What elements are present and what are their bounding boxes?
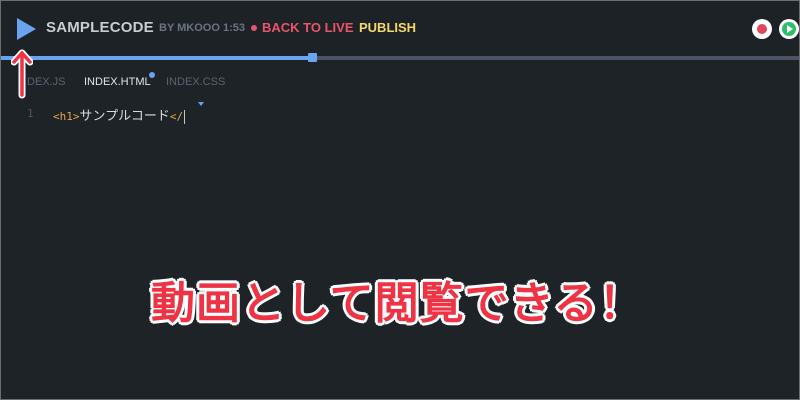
code-text: サンプルコード — [79, 108, 170, 123]
red-up-arrow-icon — [11, 49, 33, 99]
play-icon[interactable] — [14, 16, 38, 42]
line-number: 1 — [27, 107, 34, 120]
live-dot-icon — [251, 24, 257, 31]
code-editor[interactable]: 1 <h1>サンプルコード</ — [1, 100, 799, 399]
back-to-live-label: BACK TO LIVE — [262, 20, 354, 35]
player-header: SAMPLECODE BY MKOOO 1:53 BACK TO LIVE PU… — [1, 1, 799, 56]
remote-cursor-marker-icon — [198, 102, 204, 106]
author-duration: BY MKOOO 1:53 — [159, 22, 245, 34]
publish-button[interactable]: PUBLISH — [359, 20, 416, 35]
app-window: SAMPLECODE BY MKOOO 1:53 BACK TO LIVE PU… — [0, 0, 800, 400]
code-line[interactable]: <h1>サンプルコード</ — [53, 105, 186, 124]
modified-dot-icon — [149, 72, 155, 78]
project-title: SAMPLECODE — [46, 19, 154, 36]
open-tag: <h1> — [53, 110, 80, 123]
text-cursor — [184, 109, 186, 124]
file-tabs: DEX.JS INDEX.HTML INDEX.CSS — [1, 60, 799, 100]
tab-index-html[interactable]: INDEX.HTML — [84, 76, 151, 88]
close-tag: </ — [169, 110, 184, 123]
tab-index-css[interactable]: INDEX.CSS — [166, 76, 225, 88]
back-to-live-button[interactable]: BACK TO LIVE — [251, 20, 354, 35]
record-icon[interactable] — [752, 19, 772, 39]
play-circle-icon[interactable] — [779, 19, 799, 39]
annotation-caption: 動画として閲覧できる！ — [150, 278, 644, 329]
